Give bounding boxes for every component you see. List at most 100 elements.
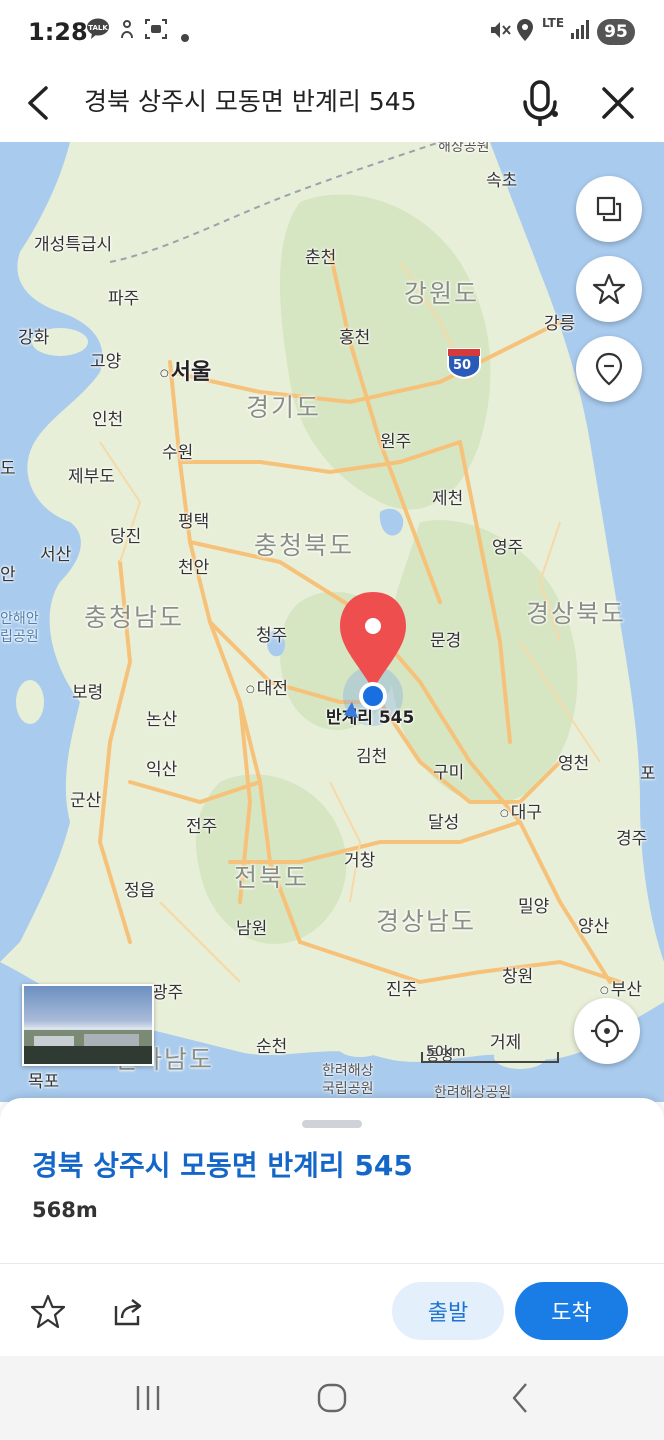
recent-apps-button[interactable] [128, 1378, 168, 1418]
map-label: 제부도 [68, 467, 115, 487]
close-icon [602, 87, 634, 119]
map-label: 논산 [146, 710, 178, 730]
street-view-thumbnail[interactable] [22, 984, 154, 1066]
screen-icon [144, 18, 168, 45]
map-label: 제천 [432, 489, 464, 509]
map-label: 거창 [344, 851, 376, 871]
map-label: 전주 [186, 817, 218, 837]
map-label: 당진 [110, 527, 142, 547]
map-label: 춘천 [305, 248, 337, 268]
system-back-button[interactable] [500, 1378, 540, 1418]
map-label: 서울 [160, 354, 211, 386]
search-query-text[interactable]: 경북 상주시 모동면 반계리 545 [84, 82, 417, 118]
map-label: 진주 [386, 980, 418, 1000]
location-icon [516, 18, 534, 47]
map-label: 한려해상 [322, 1063, 374, 1079]
map-label: 충청남도 [84, 603, 185, 632]
map-label: 문경 [430, 631, 462, 651]
map-label: 천안 [178, 558, 210, 578]
place-title: 경북 상주시 모동면 반계리 545 [32, 1149, 413, 1182]
favorite-map-button[interactable] [576, 256, 642, 322]
highway-number: 50 [453, 358, 472, 373]
map-label: 대전 [246, 674, 288, 699]
share-button[interactable] [108, 1292, 148, 1332]
mic-icon [523, 80, 558, 126]
map-label: 익산 [146, 760, 178, 780]
map-label: 고양 [90, 352, 122, 372]
system-nav-bar [0, 1356, 664, 1440]
map-label: 목포 [28, 1072, 60, 1092]
divider [0, 1263, 664, 1264]
map-label: 영주 [492, 538, 524, 558]
map-label: 영천 [558, 754, 590, 774]
map-label: 부산 [600, 975, 642, 1000]
map-label: 립공원 [0, 629, 39, 645]
map-label: 강원도 [404, 279, 480, 308]
location-pin-icon [340, 592, 406, 718]
map-label: 파주 [108, 289, 140, 309]
place-distance: 568m [32, 1198, 98, 1222]
map-label: 순천 [256, 1037, 288, 1057]
back-button[interactable] [18, 78, 62, 128]
map-label: 인천 [92, 410, 124, 430]
map-label: 정읍 [124, 881, 156, 901]
search-bar: 경북 상주시 모동면 반계리 545 [0, 64, 664, 142]
svg-text:TALK: TALK [88, 24, 108, 32]
scale-bar: 50km [420, 1044, 560, 1066]
map-label: 개성특급시 [34, 235, 113, 255]
map-label: 국립공원 [322, 1081, 374, 1097]
home-button[interactable] [312, 1378, 352, 1418]
map-label: 구미 [433, 763, 465, 783]
map-label: 창원 [502, 967, 534, 987]
status-time: 1:28 [28, 18, 88, 46]
map-label: 광주 [152, 983, 184, 1003]
map-view[interactable]: 50 해상공원 속초 개성특급시 춘천 강원도 파주 강화 강릉 홍천 고양 서… [0, 142, 664, 1102]
mute-icon [488, 18, 512, 47]
map-label: 속초 [486, 171, 518, 191]
back-icon [512, 1383, 527, 1413]
depart-button[interactable]: 출발 [392, 1282, 504, 1340]
map-label: 포 [640, 764, 656, 784]
arrive-button[interactable]: 도착 [515, 1282, 628, 1340]
layers-icon [596, 196, 622, 222]
place-button[interactable] [576, 336, 642, 402]
layers-button[interactable] [576, 176, 642, 242]
place-icon [595, 352, 623, 386]
map-label: 강릉 [544, 314, 576, 334]
star-icon [592, 273, 626, 305]
back-arrow-icon [28, 86, 48, 120]
map-label: 경상북도 [526, 599, 627, 628]
scale-label: 50km [426, 1044, 466, 1060]
map-label: 강화 [18, 328, 50, 348]
recent-apps-icon [136, 1386, 160, 1410]
save-favorite-button[interactable] [28, 1292, 68, 1332]
map-label: 평택 [178, 512, 210, 532]
share-icon [114, 1299, 142, 1326]
map-label: 안해안 [0, 611, 39, 627]
voice-search-button[interactable] [518, 76, 562, 130]
signal-icon [570, 18, 590, 45]
lte-icon: LTE [542, 16, 565, 30]
map-label: 해상공원 [438, 142, 490, 155]
map-label: 대구 [500, 798, 542, 823]
gps-icon [591, 1015, 623, 1047]
home-icon [317, 1383, 347, 1413]
my-location-button[interactable] [574, 998, 640, 1064]
talk-icon: TALK [86, 18, 110, 45]
map-label: 홍천 [339, 328, 371, 348]
map-label: 전북도 [234, 863, 310, 892]
sheet-drag-handle[interactable] [302, 1120, 362, 1128]
map-label: 남원 [236, 919, 268, 939]
gesture-icon [118, 18, 136, 45]
map-label: 달성 [428, 813, 460, 833]
map-label: 수원 [162, 443, 194, 463]
map-label: 밀양 [518, 897, 550, 917]
status-bar: 1:28 TALK LTE 95 [0, 0, 664, 64]
map-label: 원주 [380, 432, 412, 452]
screen: 1:28 TALK LTE 95 경북 상주시 모동면 반계리 545 50 해… [0, 0, 664, 1440]
clear-button[interactable] [596, 78, 640, 128]
battery-indicator: 95 [597, 19, 635, 45]
map-label: 경상남도 [376, 907, 477, 936]
map-label: 보령 [72, 683, 104, 703]
map-label: 서산 [40, 545, 72, 565]
